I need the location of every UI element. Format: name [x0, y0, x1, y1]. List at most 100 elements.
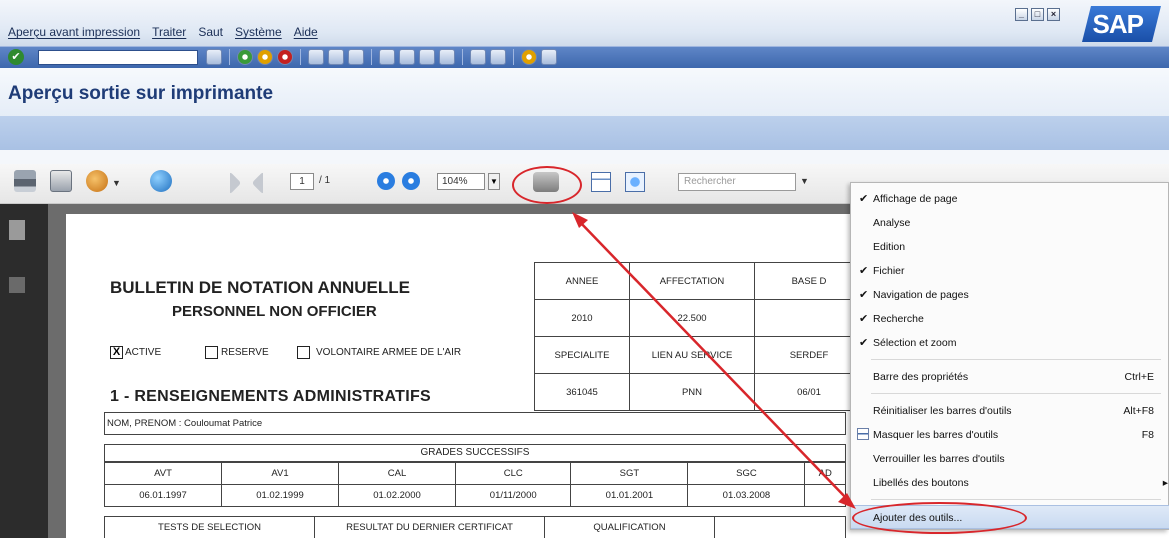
print-icon[interactable]: [308, 49, 324, 65]
menu-item-reinitialiser[interactable]: Réinitialiser les barres d'outils Alt+F8: [851, 399, 1169, 423]
table-cell: SPECIALITE: [534, 336, 630, 374]
menu-item-label: Verrouiller les barres d'outils: [873, 453, 1005, 465]
menu-item-selection-et-zoom[interactable]: ✔ Sélection et zoom: [851, 331, 1169, 355]
menu-item-affichage-de-page[interactable]: ✔ Affichage de page: [851, 187, 1169, 211]
table-row: 06.01.1997 01.02.1999 01.02.2000 01/11/2…: [104, 484, 846, 507]
email-icon[interactable]: [86, 170, 108, 192]
table-row: 361045 PNN 06/01: [534, 373, 864, 411]
minimize-icon[interactable]: _: [1015, 8, 1028, 21]
menu-item-recherche[interactable]: ✔ Recherche: [851, 307, 1169, 331]
table-cell: AD: [804, 462, 846, 485]
email-dropdown-icon[interactable]: ▼: [112, 178, 121, 188]
menu-apercu[interactable]: Aperçu avant impression: [8, 25, 140, 39]
menu-item-label: Réinitialiser les barres d'outils: [873, 405, 1012, 417]
table-cell: PNN: [629, 373, 755, 411]
submenu-arrow-icon: ▸: [1162, 477, 1168, 489]
find-next-icon[interactable]: [348, 49, 364, 65]
table-cell: 01.01.2001: [570, 484, 689, 507]
menu-item-libelles[interactable]: Libellés des boutons ▸: [851, 471, 1169, 495]
menu-item-analyse[interactable]: Analyse: [851, 211, 1169, 235]
help-icon[interactable]: [521, 49, 537, 65]
document-title: BULLETIN DE NOTATION ANNUELLE: [110, 278, 410, 297]
form-icon[interactable]: [591, 172, 611, 192]
menu-item-masquer[interactable]: Masquer les barres d'outils F8: [851, 423, 1169, 447]
table-cell: SGT: [570, 462, 689, 485]
attachments-icon[interactable]: [9, 277, 25, 293]
standard-toolbar-icons: [206, 49, 557, 65]
red-annotation-circle-menu: [852, 502, 1027, 534]
zoom-dropdown-icon[interactable]: ▼: [488, 173, 500, 190]
table-cell: 22.500: [629, 299, 755, 337]
checkbox-active: X: [110, 346, 123, 359]
globe-icon[interactable]: [150, 170, 172, 192]
menu-saut[interactable]: Saut: [198, 25, 223, 39]
sap-logo-text: SAP: [1092, 9, 1143, 39]
enter-check-icon[interactable]: ✔: [8, 49, 24, 65]
page-total: / 1: [319, 175, 331, 186]
table-cell: [754, 299, 864, 337]
new-session-icon[interactable]: [470, 49, 486, 65]
table-cell: 06/01: [754, 373, 864, 411]
document-subtitle: PERSONNEL NON OFFICIER: [172, 303, 377, 320]
menu-item-barre-des-proprietes[interactable]: Barre des propriétés Ctrl+E: [851, 365, 1169, 389]
separator: [371, 49, 372, 65]
printer-icon[interactable]: [14, 170, 36, 192]
window-controls: _ □ ×: [1015, 8, 1060, 21]
page-number-input[interactable]: 1: [290, 173, 314, 190]
next-page-icon[interactable]: [419, 49, 435, 65]
shortcut-icon[interactable]: [490, 49, 506, 65]
menu-item-fichier[interactable]: ✔ Fichier: [851, 259, 1169, 283]
menu-separator: [871, 359, 1161, 360]
menu-bar: [0, 0, 1169, 46]
menu-item-navigation-de-pages[interactable]: ✔ Navigation de pages: [851, 283, 1169, 307]
cancel-icon[interactable]: [277, 49, 293, 65]
checkbox-volontaire: [297, 346, 310, 359]
menu-separator: [871, 393, 1161, 394]
menu-aide[interactable]: Aide: [294, 25, 318, 39]
menu-item-verrouiller[interactable]: Verrouiller les barres d'outils: [851, 447, 1169, 471]
check-icon: ✔: [859, 289, 869, 301]
section-heading: 1 - RENSEIGNEMENTS ADMINISTRATIFS: [110, 388, 432, 405]
name-field: NOM, PRENOM : Couloumat Patrice: [104, 412, 846, 435]
table-cell: [714, 516, 846, 538]
table-row: 2010 22.500: [534, 299, 864, 337]
selection-table: TESTS DE SELECTION RESULTAT DU DERNIER C…: [104, 516, 846, 538]
page-thumbnails-icon[interactable]: [9, 220, 25, 240]
maximize-icon[interactable]: □: [1031, 8, 1044, 21]
menu-item-label: Analyse: [873, 217, 911, 229]
fit-page-icon[interactable]: [625, 172, 645, 192]
menu-item-edition[interactable]: Edition: [851, 235, 1169, 259]
table-cell: LIEN AU SERVICE: [629, 336, 755, 374]
zoom-in-icon[interactable]: [402, 172, 420, 190]
menu-traiter[interactable]: Traiter: [152, 25, 186, 39]
last-page-icon[interactable]: [439, 49, 455, 65]
table-cell: [804, 484, 846, 507]
table-cell: BASE D: [754, 262, 864, 300]
previous-page-icon[interactable]: [399, 49, 415, 65]
first-page-icon[interactable]: [379, 49, 395, 65]
layout-menu-icon[interactable]: [541, 49, 557, 65]
menu-item-shortcut: F8: [1141, 429, 1154, 441]
menu-systeme[interactable]: Système: [235, 25, 282, 39]
table-row: ANNEE AFFECTATION BASE D: [534, 262, 864, 300]
admin-info-table: ANNEE AFFECTATION BASE D 2010 22.500 SPE…: [534, 262, 864, 411]
separator: [300, 49, 301, 65]
command-field[interactable]: [38, 50, 198, 65]
toolbar-context-menu: ✔ Affichage de page Analyse Edition ✔ Fich…: [850, 182, 1169, 530]
back-icon[interactable]: [237, 49, 253, 65]
exit-icon[interactable]: [257, 49, 273, 65]
save-icon[interactable]: [206, 49, 222, 65]
table-row: SPECIALITE LIEN AU SERVICE SERDEF: [534, 336, 864, 374]
zoom-level-field[interactable]: 104%: [437, 173, 485, 190]
checkbox-label-volontaire: VOLONTAIRE ARMEE DE L'AIR: [316, 347, 462, 358]
page-title: Aperçu sortie sur imprimante: [8, 83, 274, 104]
save-copy-icon[interactable]: [50, 170, 72, 192]
search-dropdown-icon[interactable]: ▼: [800, 176, 809, 186]
search-input[interactable]: Rechercher: [678, 173, 796, 191]
menu-items: Aperçu avant impression Traiter Saut Sys…: [8, 25, 318, 39]
zoom-out-icon[interactable]: [377, 172, 395, 190]
find-icon[interactable]: [328, 49, 344, 65]
table-cell: SERDEF: [754, 336, 864, 374]
table-row: TESTS DE SELECTION RESULTAT DU DERNIER C…: [104, 516, 846, 538]
close-icon[interactable]: ×: [1047, 8, 1060, 21]
